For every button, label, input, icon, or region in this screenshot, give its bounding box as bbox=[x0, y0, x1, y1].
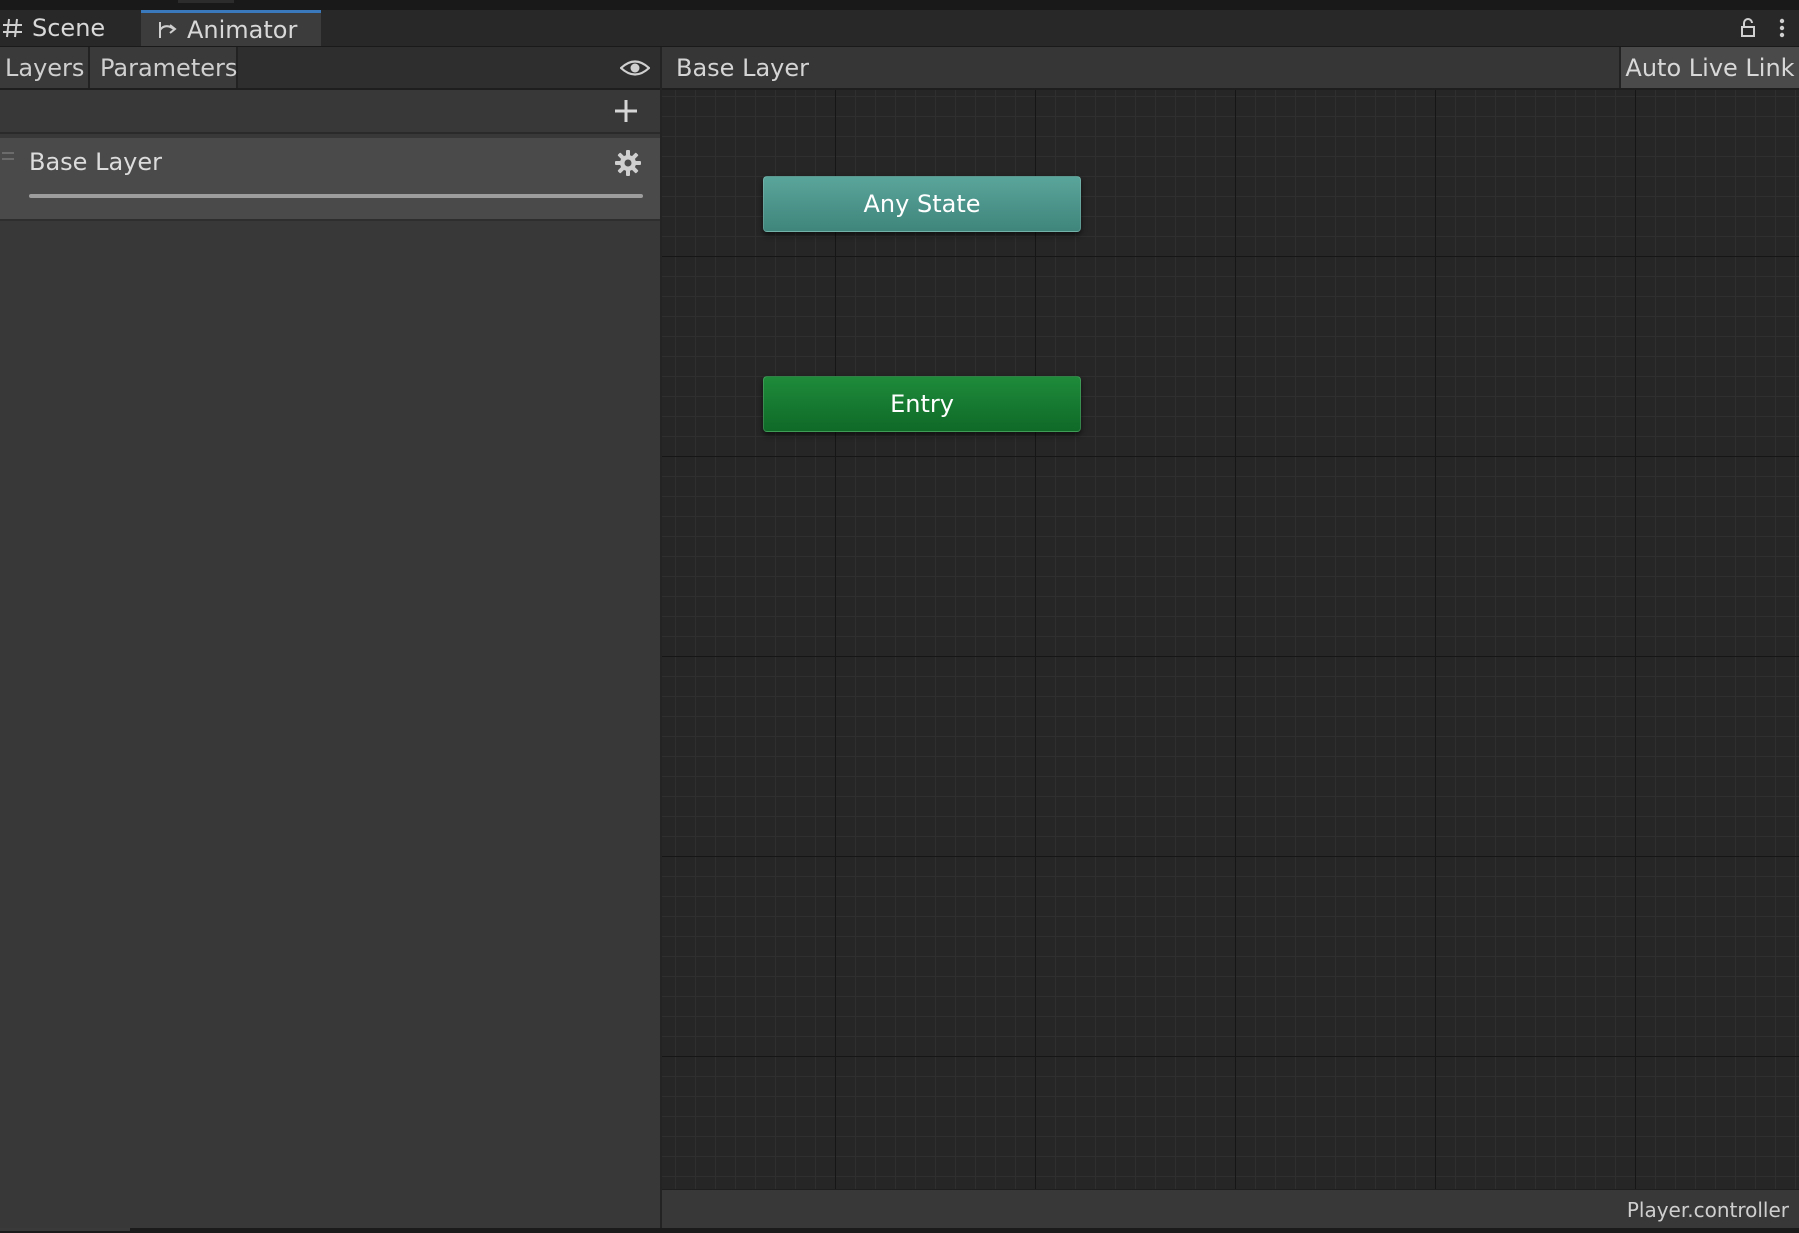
window-tab-bar: Scene Animator bbox=[0, 10, 1799, 47]
status-bar: Player.controller bbox=[662, 1189, 1799, 1229]
graph-canvas[interactable]: Any State Entry bbox=[662, 90, 1799, 1189]
tab-scene[interactable]: Scene bbox=[0, 10, 140, 46]
breadcrumb: Base Layer Auto Live Link bbox=[662, 47, 1799, 90]
tab-parameters[interactable]: Parameters bbox=[90, 47, 238, 88]
eye-icon[interactable] bbox=[618, 47, 652, 88]
bottom-strip-mark bbox=[0, 1228, 130, 1231]
layers-panel: Layers Parameters Base Layer bbox=[0, 47, 662, 1228]
state-machine-graph: Base Layer Auto Live Link Any State Entr… bbox=[662, 47, 1799, 1229]
tab-animator-label: Animator bbox=[187, 15, 298, 44]
gear-icon[interactable] bbox=[614, 149, 642, 177]
tab-scene-label: Scene bbox=[32, 14, 106, 42]
asset-path: Player.controller bbox=[1626, 1197, 1789, 1222]
bottom-strip bbox=[0, 1228, 1799, 1233]
layer-name: Base Layer bbox=[29, 148, 162, 176]
breadcrumb-item-base-layer[interactable]: Base Layer bbox=[662, 47, 809, 88]
tab-animator[interactable]: Animator bbox=[141, 10, 321, 46]
grid-icon bbox=[2, 17, 24, 39]
top-strip bbox=[0, 0, 1799, 10]
tab-layers[interactable]: Layers bbox=[0, 47, 90, 88]
window-controls bbox=[1731, 10, 1799, 46]
animator-icon bbox=[157, 19, 179, 41]
auto-live-link-button[interactable]: Auto Live Link bbox=[1619, 47, 1799, 88]
layer-toolbar bbox=[0, 90, 660, 134]
kebab-menu-icon[interactable] bbox=[1765, 10, 1799, 46]
add-layer-button[interactable] bbox=[610, 95, 642, 127]
top-strip-mark bbox=[178, 0, 234, 3]
drag-handle-icon[interactable] bbox=[2, 152, 14, 160]
plus-icon bbox=[615, 100, 637, 122]
lock-icon[interactable] bbox=[1731, 10, 1765, 46]
state-node-any-state[interactable]: Any State bbox=[763, 176, 1081, 232]
layer-item-base-layer[interactable]: Base Layer bbox=[0, 138, 660, 221]
layer-weight-slider[interactable] bbox=[29, 194, 643, 198]
state-node-entry[interactable]: Entry bbox=[763, 376, 1081, 432]
left-panel-tabs: Layers Parameters bbox=[0, 47, 660, 90]
